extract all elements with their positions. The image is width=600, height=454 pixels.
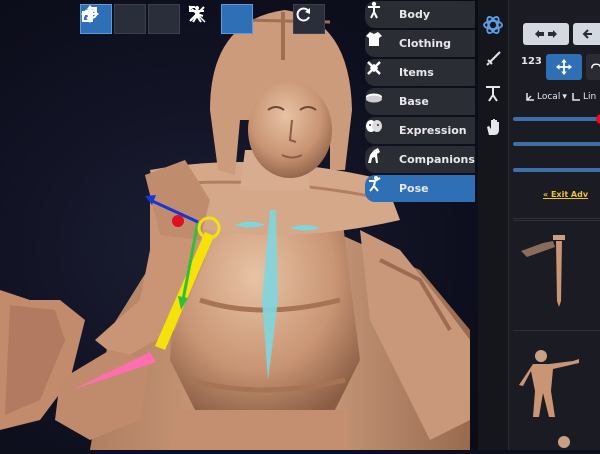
body-icon	[368, 1, 395, 26]
category-expression[interactable]: Expression	[365, 117, 475, 144]
link-icon	[572, 93, 580, 101]
right-panel: 123 Local ▾ Lin « Exit Adv	[478, 0, 600, 450]
pose-tools-tab[interactable]	[478, 8, 508, 42]
category-companions[interactable]: Companions	[365, 146, 475, 173]
coordinate-space-select[interactable]: Local ▾	[525, 92, 567, 102]
category-label: Pose	[399, 182, 429, 195]
category-label: Items	[399, 66, 434, 79]
rotate-tool-button[interactable]	[83, 4, 146, 34]
category-label: Expression	[399, 124, 467, 137]
items-icon	[367, 61, 395, 84]
figure-pose-button[interactable]	[188, 4, 287, 34]
category-items[interactable]: Items	[365, 59, 475, 86]
slider-y[interactable]	[513, 142, 600, 146]
transform-toolbar	[80, 4, 180, 34]
move-mode-button[interactable]	[546, 54, 582, 80]
coordinate-space-label: Local	[537, 92, 561, 102]
rotate-icon	[591, 63, 600, 69]
3d-viewport[interactable]: Body Clothing Items Base Expression Comp…	[0, 0, 478, 450]
partial-preview	[558, 436, 570, 448]
category-label: Companions	[399, 153, 475, 166]
scale-icon	[82, 7, 97, 22]
link-mode-select[interactable]: Lin	[571, 92, 596, 102]
panel-tool-column	[478, 0, 509, 450]
axis-icon	[526, 93, 534, 101]
reset-button[interactable]	[293, 4, 325, 34]
t-pose-icon	[486, 86, 500, 102]
exit-advanced-link[interactable]: « Exit Adv	[543, 190, 588, 199]
hand-tool[interactable]	[478, 110, 508, 144]
divider	[513, 218, 600, 219]
sword-icon	[486, 51, 501, 66]
numeric-input-toggle[interactable]: 123	[521, 57, 542, 67]
slider-handle[interactable]	[596, 114, 600, 124]
ik-tool-button[interactable]	[189, 4, 253, 34]
mirror-pose-button[interactable]	[523, 23, 569, 45]
pose-editor: 123 Local ▾ Lin « Exit Adv	[509, 0, 600, 450]
category-label: Body	[399, 8, 430, 21]
slider-z[interactable]	[513, 168, 600, 172]
hand-icon	[487, 119, 499, 135]
category-body[interactable]: Body	[365, 1, 475, 28]
sword-thumbnail[interactable]	[513, 220, 600, 326]
category-pose[interactable]: Pose	[365, 175, 475, 202]
pose-toolbar	[187, 4, 287, 34]
slider-x[interactable]	[513, 114, 600, 124]
sword-pose-preview	[521, 235, 565, 307]
chevron-down-icon: ▾	[562, 92, 567, 102]
expression-icon	[366, 120, 395, 142]
figure-pose-preview	[519, 350, 579, 417]
companions-icon	[368, 148, 395, 171]
base-icon	[366, 91, 395, 113]
arrow-left-icon	[582, 29, 592, 39]
category-label: Clothing	[399, 37, 451, 50]
pose-icon	[369, 176, 395, 200]
figure-pose-icon	[188, 5, 206, 23]
category-clothing[interactable]: Clothing	[365, 30, 475, 57]
clothing-icon	[366, 32, 395, 55]
swap-arrows-icon	[535, 30, 557, 38]
pose-figure-thumbnail[interactable]	[513, 330, 600, 436]
weapon-tool[interactable]	[478, 42, 508, 76]
pose-option-button[interactable]	[573, 23, 600, 45]
rotate-mode-button[interactable]	[586, 54, 600, 80]
t-pose-tool[interactable]	[478, 76, 508, 110]
reset-icon	[296, 7, 310, 22]
category-base[interactable]: Base	[365, 88, 475, 115]
reset-toolbar	[293, 4, 325, 34]
move-icon	[555, 58, 573, 76]
atom-icon	[483, 16, 503, 34]
category-label: Base	[399, 95, 429, 108]
scale-tool-button[interactable]	[82, 4, 180, 34]
more-thumbnails[interactable]	[529, 432, 589, 450]
